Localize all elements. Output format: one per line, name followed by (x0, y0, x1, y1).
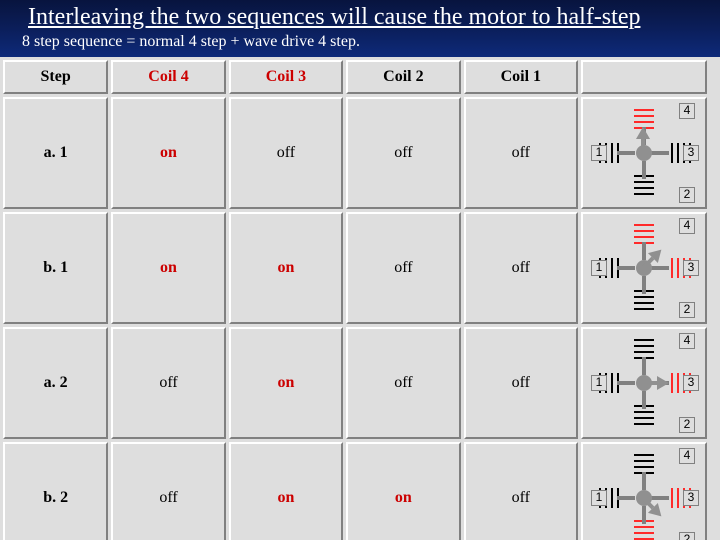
coil-label: 2 (679, 532, 695, 540)
col-diagram (581, 60, 707, 94)
coil1-cell: off (464, 97, 578, 209)
coil4-cell: on (111, 212, 225, 324)
table-header-row: Step Coil 4 Coil 3 Coil 2 Coil 1 (3, 60, 707, 94)
coil-label: 1 (591, 145, 607, 161)
motor-diagram: 4 3 2 1 (591, 333, 697, 433)
coil-label: 3 (683, 490, 699, 506)
coil2-cell: off (346, 212, 460, 324)
stub-icon (642, 391, 646, 409)
stub-icon (642, 276, 646, 294)
stub-icon (642, 161, 646, 179)
motor-diagram: 4 3 2 1 (591, 218, 697, 318)
coil-label: 1 (591, 490, 607, 506)
coil-label: 3 (683, 375, 699, 391)
coil3-cell: off (229, 97, 343, 209)
coil4-cell: on (111, 97, 225, 209)
slide: Interleaving the two sequences will caus… (0, 0, 720, 540)
coil-label: 2 (679, 187, 695, 203)
stub-icon (617, 151, 635, 155)
coil-label: 2 (679, 417, 695, 433)
table-row: b. 2offononoff4321 (3, 442, 707, 540)
coil2-cell: off (346, 327, 460, 439)
coil1-cell: off (464, 327, 578, 439)
stub-icon (642, 357, 646, 375)
stub-icon (642, 472, 646, 490)
table-row: b. 1ononoffoff4321 (3, 212, 707, 324)
table-wrap: Step Coil 4 Coil 3 Coil 2 Coil 1 a. 1ono… (0, 57, 720, 540)
stub-icon (642, 506, 646, 524)
coil4-cell: off (111, 442, 225, 540)
slide-subtitle: 8 step sequence = normal 4 step + wave d… (0, 31, 720, 51)
slide-header: Interleaving the two sequences will caus… (0, 0, 720, 57)
coil-label: 4 (679, 103, 695, 119)
stub-icon (651, 496, 669, 500)
motor-diagram: 4 3 2 1 (591, 103, 697, 203)
col-coil3: Coil 3 (229, 60, 343, 94)
coil-label: 4 (679, 448, 695, 464)
stub-icon (617, 381, 635, 385)
coil-label: 4 (679, 218, 695, 234)
coil3-cell: on (229, 442, 343, 540)
motor-diagram: 4 3 2 1 (591, 448, 697, 540)
step-cell: b. 2 (3, 442, 108, 540)
stub-icon (651, 151, 669, 155)
stub-icon (617, 496, 635, 500)
col-step: Step (3, 60, 108, 94)
coil3-cell: on (229, 212, 343, 324)
diagram-cell: 4 3 2 1 (581, 327, 707, 439)
coil1-cell: off (464, 442, 578, 540)
coil-label: 2 (679, 302, 695, 318)
diagram-cell: 4 3 2 1 (581, 442, 707, 540)
coil3-cell: on (229, 327, 343, 439)
halfstep-table: Step Coil 4 Coil 3 Coil 2 Coil 1 a. 1ono… (0, 57, 710, 540)
step-cell: a. 2 (3, 327, 108, 439)
table-row: a. 2offonoffoff4321 (3, 327, 707, 439)
col-coil2: Coil 2 (346, 60, 460, 94)
col-coil4: Coil 4 (111, 60, 225, 94)
coil-label: 3 (683, 145, 699, 161)
coil-label: 1 (591, 375, 607, 391)
step-cell: b. 1 (3, 212, 108, 324)
slide-title: Interleaving the two sequences will caus… (0, 4, 720, 31)
coil-label: 1 (591, 260, 607, 276)
stub-icon (642, 242, 646, 260)
stub-icon (651, 266, 669, 270)
coil4-cell: off (111, 327, 225, 439)
coil1-cell: off (464, 212, 578, 324)
table-row: a. 1onoffoffoff4321 (3, 97, 707, 209)
coil2-cell: off (346, 97, 460, 209)
step-cell: a. 1 (3, 97, 108, 209)
coil-label: 3 (683, 260, 699, 276)
stub-icon (617, 266, 635, 270)
coil-label: 4 (679, 333, 695, 349)
col-coil1: Coil 1 (464, 60, 578, 94)
coil2-cell: on (346, 442, 460, 540)
diagram-cell: 4 3 2 1 (581, 97, 707, 209)
diagram-cell: 4 3 2 1 (581, 212, 707, 324)
